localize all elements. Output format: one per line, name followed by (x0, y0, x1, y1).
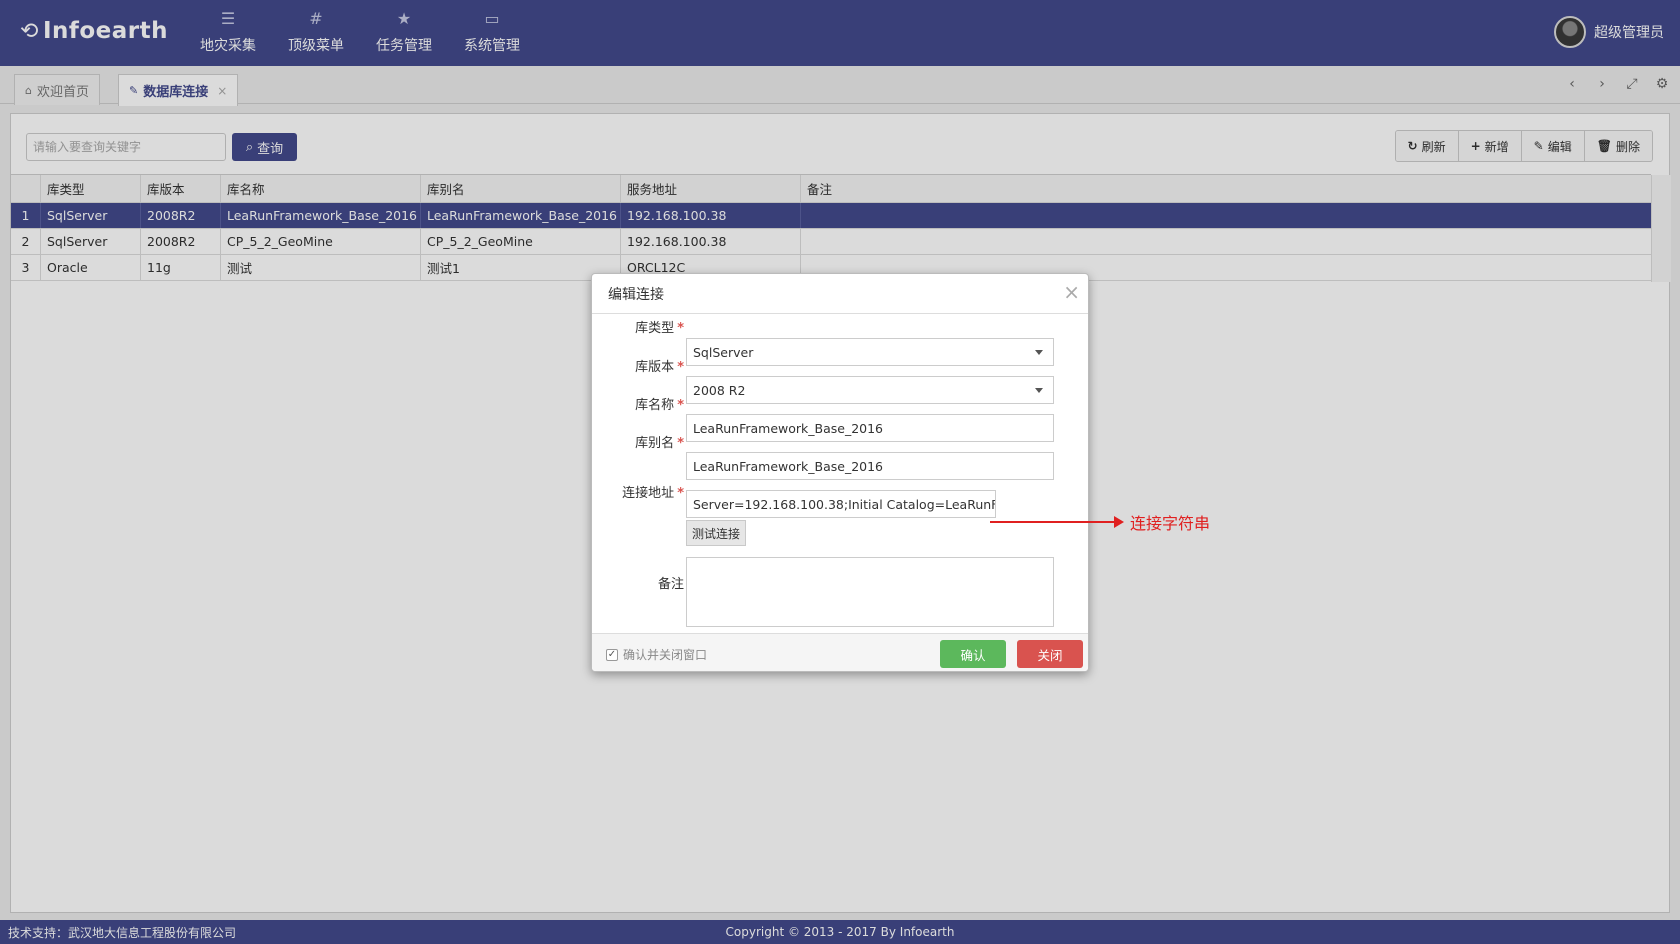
test-connection-button[interactable]: 测试连接 (686, 520, 746, 546)
type-select-value: SqlServer (693, 344, 754, 360)
connection-string-value: Server=192.168.100.38;Initial Catalog=Le… (693, 496, 996, 512)
form-row-connection: 连接地址 * (592, 482, 688, 501)
required-mark: * (677, 436, 684, 451)
type-select[interactable]: SqlServer (686, 338, 1054, 366)
annotation-label: 连接字符串 (1130, 514, 1211, 533)
note-label: 备注 (657, 577, 684, 592)
form-row-name: 库名称 * (592, 394, 688, 413)
alias-field-value: LeaRunFramework_Base_2016 (693, 458, 884, 474)
name-field-value: LeaRunFramework_Base_2016 (693, 420, 884, 436)
alias-label: 库别名 * (592, 432, 688, 451)
close-icon[interactable]: × (1063, 282, 1080, 302)
version-label: 库版本 * (592, 356, 688, 375)
note-textarea[interactable] (686, 557, 1054, 627)
confirm-button[interactable]: 确认 (940, 640, 1006, 668)
form-row-alias: 库别名 * (592, 432, 688, 451)
checkbox-checked-icon: ✓ (606, 648, 618, 661)
name-field[interactable]: LeaRunFramework_Base_2016 (686, 414, 1054, 442)
dialog-title: 编辑连接 (592, 274, 1088, 314)
alias-label-text: 库别名 (635, 436, 675, 451)
version-select-value: 2008 R2 (693, 382, 746, 398)
alias-field[interactable]: LeaRunFramework_Base_2016 (686, 452, 1054, 480)
form-row-type: 库类型 * (592, 317, 688, 336)
type-label-text: 库类型 (635, 321, 675, 336)
confirm-close-checkbox[interactable]: ✓ 确认并关闭窗口 (606, 646, 707, 663)
form-row-note: 备注 (592, 573, 688, 592)
connection-label: 连接地址 * (592, 482, 688, 501)
annotation-arrow (990, 516, 1124, 528)
connection-string-field[interactable]: Server=192.168.100.38;Initial Catalog=Le… (686, 490, 996, 518)
version-label-text: 库版本 (635, 360, 675, 375)
name-label: 库名称 * (592, 394, 688, 413)
required-mark: * (677, 360, 684, 375)
form-row-version: 库版本 * (592, 356, 688, 375)
dialog-footer: ✓ 确认并关闭窗口 确认 关闭 (592, 633, 1088, 671)
required-mark: * (677, 398, 684, 413)
connection-label-text: 连接地址 (622, 486, 675, 501)
name-label-text: 库名称 (635, 398, 675, 413)
checkbox-label: 确认并关闭窗口 (623, 648, 708, 662)
required-mark: * (677, 321, 684, 336)
close-button[interactable]: 关闭 (1017, 640, 1083, 668)
edit-connection-dialog: 编辑连接 × 库类型 * SqlServer 库版本 * 2008 R2 库名称 * … (591, 273, 1089, 672)
type-label: 库类型 * (592, 317, 688, 336)
version-select[interactable]: 2008 R2 (686, 376, 1054, 404)
required-mark: * (677, 486, 684, 501)
